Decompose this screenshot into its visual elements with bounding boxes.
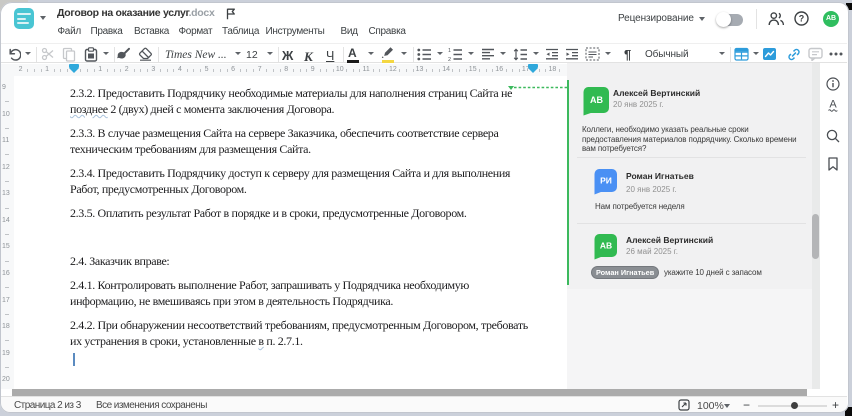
svg-text:А: А [829,99,837,111]
svg-text:1: 1 [448,48,451,54]
svg-text:?: ? [799,14,805,24]
svg-text:АВ: АВ [600,241,612,251]
svg-text:2: 2 [448,57,451,61]
svg-text:АВ: АВ [590,95,603,105]
svg-text:РИ: РИ [600,176,612,186]
